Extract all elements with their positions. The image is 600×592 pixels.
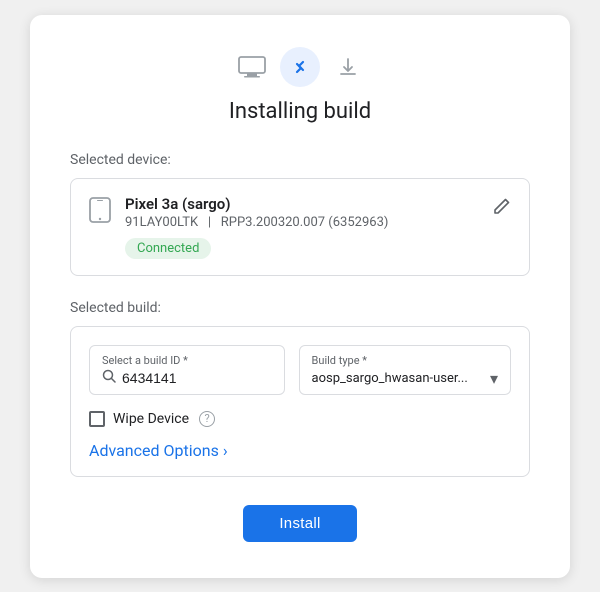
device-serial: 91LAY00LTK [125, 215, 198, 230]
transfer-icon [280, 47, 320, 87]
build-id-input-group[interactable]: Select a build ID * [89, 345, 285, 395]
monitor-icon [236, 51, 268, 83]
search-icon [102, 369, 116, 387]
device-details: 91LAY00LTK | RPP3.200320.007 (6352963) [125, 215, 479, 230]
top-icons-row [70, 47, 530, 87]
advanced-options-label: Advanced Options [89, 441, 219, 460]
advanced-options-link[interactable]: Advanced Options › [89, 441, 511, 460]
edit-device-icon[interactable] [493, 197, 511, 220]
wipe-device-label: Wipe Device [113, 411, 189, 427]
device-name: Pixel 3a (sargo) [125, 195, 479, 213]
install-button[interactable]: Install [243, 505, 356, 542]
build-type-label: Build type * [312, 354, 498, 367]
build-inputs-row: Select a build ID * Build type * aosp_sa… [89, 345, 511, 395]
device-build: RPP3.200320.007 (6352963) [221, 215, 389, 230]
device-phone-icon [89, 197, 111, 229]
build-type-value: aosp_sargo_hwasan-user... [312, 371, 468, 386]
build-id-label: Select a build ID * [102, 354, 272, 367]
build-type-dropdown-group[interactable]: Build type * aosp_sargo_hwasan-user... ▾ [299, 345, 511, 395]
chevron-down-icon: ▾ [490, 369, 498, 388]
chevron-down-icon: › [223, 441, 228, 460]
installing-build-dialog: Installing build Selected device: Pixel … [30, 15, 570, 578]
build-card: Select a build ID * Build type * aosp_sa… [70, 326, 530, 477]
build-type-row: aosp_sargo_hwasan-user... ▾ [312, 369, 498, 388]
device-info: Pixel 3a (sargo) 91LAY00LTK | RPP3.20032… [125, 195, 479, 259]
wipe-device-checkbox[interactable] [89, 411, 105, 427]
status-badge: Connected [125, 238, 211, 259]
build-id-inner [102, 369, 272, 387]
build-id-input[interactable] [122, 370, 272, 386]
wipe-device-help-icon[interactable]: ? [199, 411, 215, 427]
device-card: Pixel 3a (sargo) 91LAY00LTK | RPP3.20032… [70, 178, 530, 276]
footer: Install [70, 505, 530, 542]
device-section-label: Selected device: [70, 152, 530, 168]
page-title: Installing build [70, 99, 530, 124]
wipe-device-row: Wipe Device ? [89, 411, 511, 427]
download-icon [332, 51, 364, 83]
build-section-label: Selected build: [70, 300, 530, 316]
